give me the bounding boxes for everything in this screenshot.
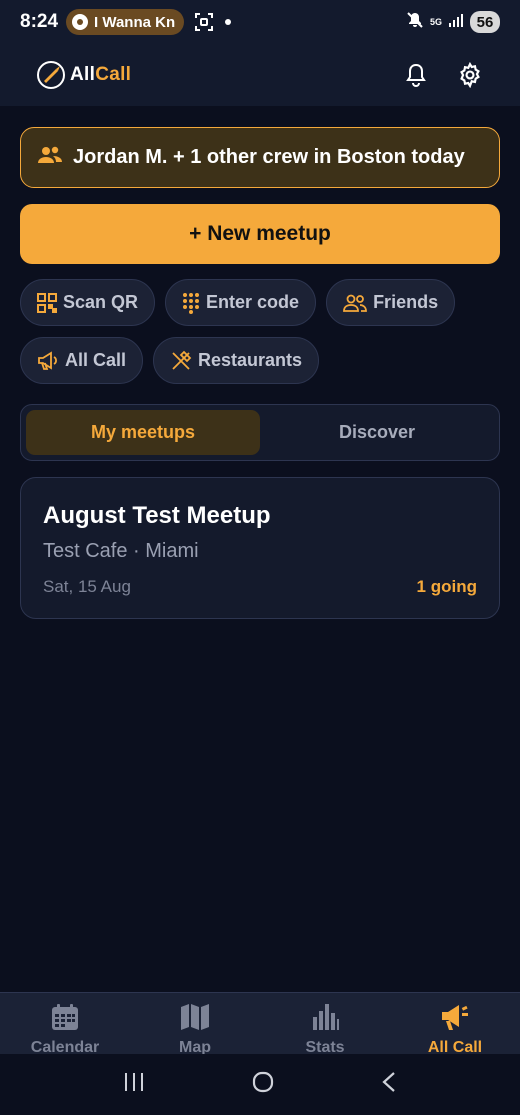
map-icon	[180, 1003, 210, 1036]
mute-icon	[406, 11, 424, 34]
tab-discover[interactable]: Discover	[260, 410, 494, 455]
friends-icon	[343, 294, 367, 312]
new-meetup-button[interactable]: + New meetup	[20, 204, 500, 264]
gear-icon[interactable]	[456, 61, 484, 89]
crew-banner-text: Jordan M. + 1 other crew in Boston today	[73, 146, 465, 168]
crew-banner[interactable]: Jordan M. + 1 other crew in Boston today	[20, 127, 500, 188]
signal-icon	[448, 12, 464, 33]
enter-code-label: Enter code	[206, 292, 300, 312]
media-notification-pill[interactable]: I Wanna Kn	[66, 9, 185, 35]
quick-actions: Scan QR Enter code Friends All Call Rest…	[20, 279, 510, 395]
qr-code-icon	[37, 292, 57, 313]
nav-all-call[interactable]: All Call	[390, 993, 520, 1056]
battery-level: 56	[470, 11, 500, 33]
media-title: I Wanna Kn	[94, 13, 176, 31]
bell-icon[interactable]	[402, 61, 430, 89]
home-icon[interactable]	[251, 1070, 275, 1099]
status-bar: 8:24 I Wanna Kn 5G 56	[0, 0, 520, 44]
megaphone-icon	[440, 1003, 470, 1036]
back-icon[interactable]	[381, 1071, 397, 1098]
nav-map[interactable]: Map	[130, 993, 260, 1056]
restaurants-label: Restaurants	[198, 350, 303, 370]
nav-stats[interactable]: Stats	[260, 993, 390, 1056]
all-call-chip[interactable]: All Call	[20, 337, 144, 384]
utensils-icon	[170, 350, 192, 372]
meetup-going-count: 1 going	[416, 577, 477, 596]
meetup-title: August Test Meetup	[43, 502, 271, 529]
scan-qr-chip[interactable]: Scan QR	[20, 279, 156, 326]
friends-chip[interactable]: Friends	[326, 279, 456, 326]
media-disc-icon	[72, 14, 89, 30]
logo-mark-icon	[37, 61, 65, 89]
app-header: AllCall	[0, 44, 520, 106]
meetup-tabs: My meetups Discover	[20, 404, 500, 461]
all-call-label: All Call	[65, 350, 127, 370]
screenshot-icon	[194, 12, 214, 32]
stats-icon	[311, 1003, 339, 1036]
tab-my-meetups[interactable]: My meetups	[26, 410, 260, 455]
nav-calendar[interactable]: Calendar	[0, 993, 130, 1056]
network-type: 5G	[429, 16, 442, 27]
calendar-icon	[51, 1003, 79, 1036]
scan-qr-label: Scan QR	[63, 292, 139, 312]
bottom-nav: Calendar Map Stats All Call	[0, 992, 520, 1056]
meetup-date: Sat, 15 Aug	[43, 577, 131, 596]
notification-dot-icon	[224, 18, 232, 26]
meetup-card[interactable]: August Test Meetup Test Cafe · Miami Sat…	[20, 477, 500, 619]
keypad-icon	[182, 292, 200, 314]
meetup-location: Test Cafe · Miami	[43, 540, 199, 562]
enter-code-chip[interactable]: Enter code	[165, 279, 317, 326]
people-icon	[37, 145, 63, 170]
restaurants-chip[interactable]: Restaurants	[153, 337, 320, 384]
logo-text-call: Call	[95, 64, 132, 85]
app-logo: AllCall	[36, 60, 131, 90]
logo-text-all: All	[70, 64, 96, 85]
system-nav-bar	[0, 1054, 520, 1115]
friends-label: Friends	[373, 292, 439, 312]
status-time: 8:24	[20, 11, 59, 32]
megaphone-icon	[37, 350, 59, 371]
recent-apps-icon[interactable]	[123, 1072, 145, 1097]
